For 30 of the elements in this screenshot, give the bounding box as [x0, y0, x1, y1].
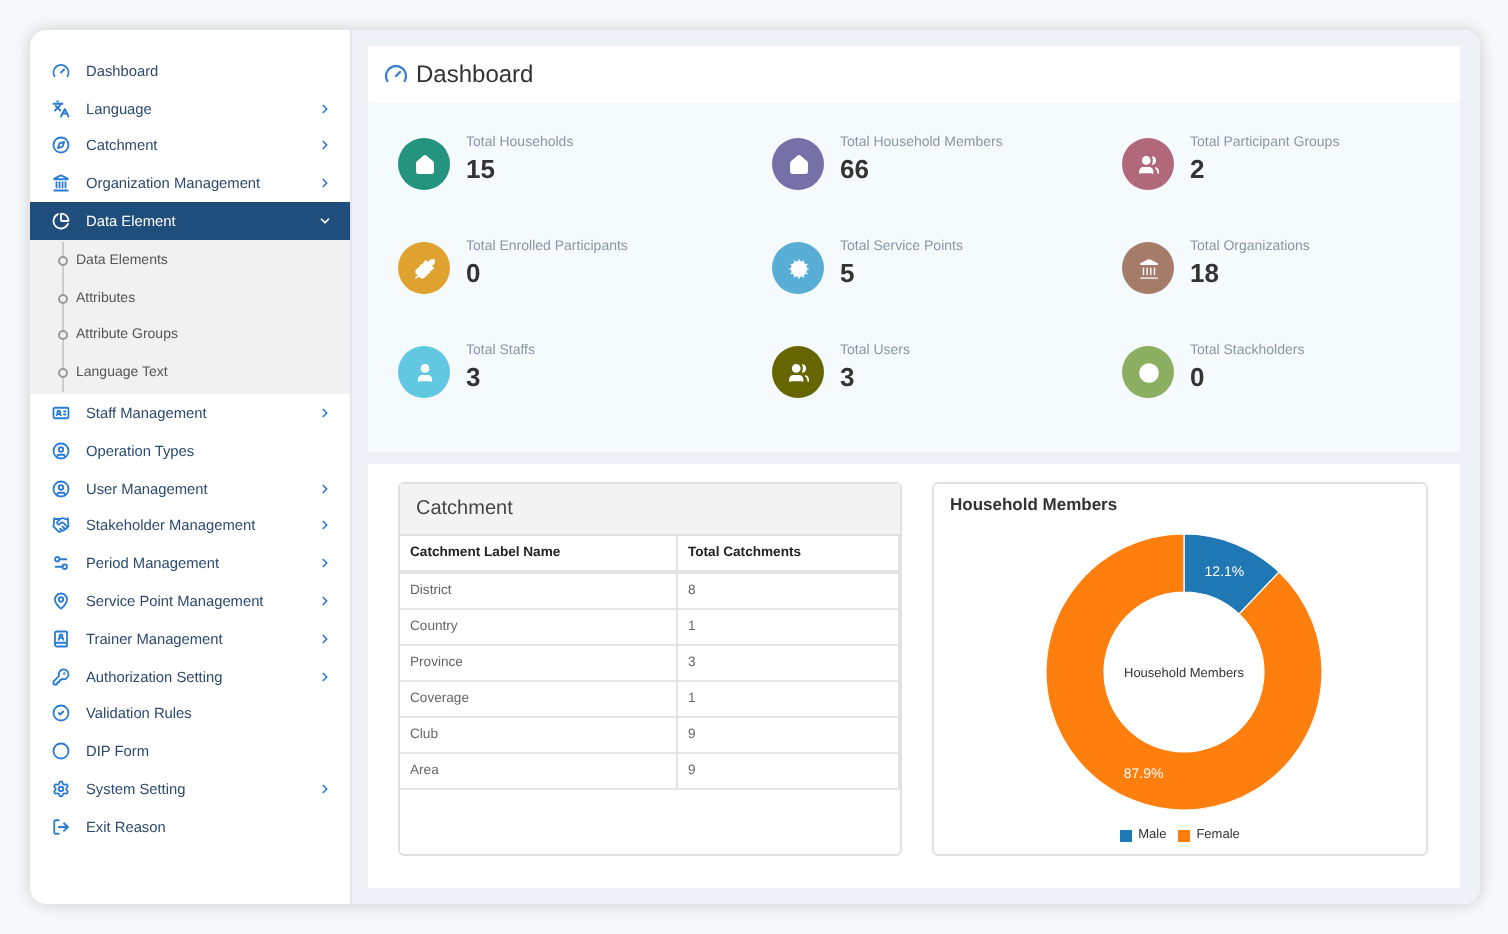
stat-value: 3 — [840, 362, 857, 392]
stat-value: 15 — [466, 154, 497, 184]
chart-title: Household Members — [948, 492, 1120, 514]
pie-chart-icon — [52, 212, 70, 231]
stat-value: 5 — [840, 258, 857, 288]
compass-icon — [52, 136, 70, 155]
check-circle-icon — [52, 704, 70, 723]
stat-value: 2 — [1190, 154, 1207, 184]
gauge-icon — [52, 61, 70, 80]
card-title: Catchment — [400, 484, 900, 536]
bank-icon — [52, 174, 70, 193]
stat-value: 0 — [1190, 362, 1207, 392]
circle-icon — [52, 742, 70, 761]
page-title: Dashboard — [416, 60, 534, 88]
id-card-icon — [52, 404, 70, 423]
key-icon — [52, 667, 70, 686]
settings-icon — [52, 780, 70, 799]
handshake-icon — [52, 516, 70, 535]
map-pin-icon — [52, 592, 70, 611]
logout-icon — [52, 817, 70, 836]
user-circle-icon — [52, 441, 70, 460]
user-circle-icon — [52, 479, 70, 498]
stat-value: 0 — [466, 258, 483, 288]
translate-icon — [52, 99, 70, 118]
stat-value: 3 — [466, 362, 483, 392]
stat-value: 18 — [1190, 258, 1221, 288]
book-user-icon — [52, 629, 70, 648]
stat-value: 66 — [840, 154, 871, 184]
gauge-icon — [384, 62, 408, 86]
gears-icon — [52, 554, 70, 573]
